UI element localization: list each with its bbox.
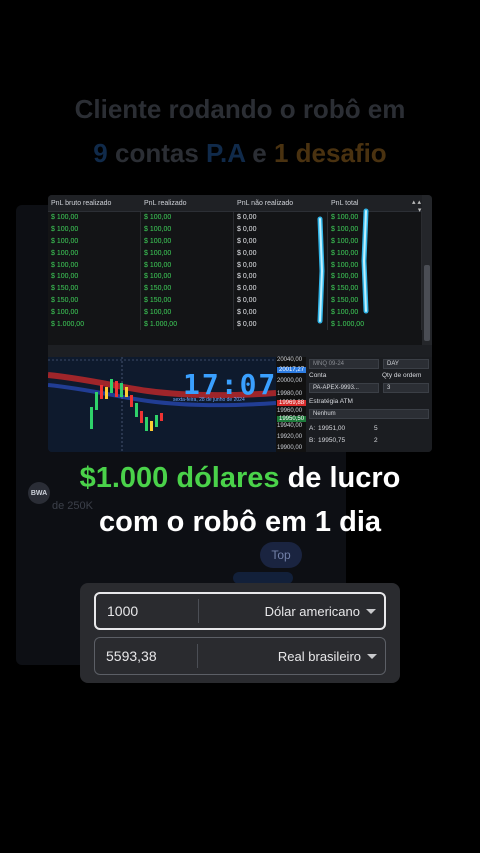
- conta-label: Conta: [309, 372, 327, 379]
- order-entry-panel: MNQ 09-24 DAY Conta Qty de ordem PA-APEX…: [306, 357, 432, 452]
- table-cell: $ 1.000,00: [48, 318, 141, 330]
- price-tick: 20040,00: [277, 357, 303, 363]
- price-tag-ask: 19969,88: [277, 400, 307, 406]
- ask-price: 19951,00: [318, 425, 346, 432]
- account-select[interactable]: PA-APEX-9993...: [309, 383, 379, 393]
- profit-amount: $1.000 dólares: [79, 462, 280, 494]
- price-tick: 19960,00: [277, 408, 303, 414]
- table-cell: $ 100,00: [48, 235, 141, 248]
- price-tag-bid: 19950,50: [277, 416, 307, 422]
- to-currency-select[interactable]: Real brasileiro: [198, 649, 367, 664]
- from-amount-input[interactable]: 1000: [96, 603, 198, 619]
- trading-platform-screenshot: PnL bruto realizado PnL realizado PnL nã…: [48, 195, 432, 452]
- table-cell: $ 150,00: [48, 282, 141, 295]
- to-currency-field[interactable]: 5593,38 Real brasileiro: [94, 637, 386, 675]
- price-tag-current: 20017,27: [277, 367, 307, 373]
- bid-label: B:: [309, 437, 316, 444]
- from-currency-select[interactable]: Dólar americano: [199, 604, 366, 619]
- headline-contas: contas: [107, 138, 207, 168]
- table-cell: $ 150,00: [141, 282, 234, 295]
- profit-caption-rest: de lucro: [279, 462, 401, 494]
- table-cell: $ 150,00: [141, 294, 234, 307]
- table-cell: $ 100,00: [141, 212, 234, 224]
- table-cell: $ 100,00: [141, 247, 234, 260]
- table-cell: $ 100,00: [141, 223, 234, 236]
- chevron-down-icon[interactable]: [366, 608, 376, 614]
- chevron-down-icon[interactable]: [367, 653, 377, 659]
- table-cell: $ 100,00: [48, 223, 141, 236]
- instrument-select[interactable]: MNQ 09-24: [309, 359, 379, 369]
- price-tick: 19980,00: [277, 391, 303, 397]
- table-cell: $ 1.000,00: [141, 318, 234, 330]
- to-amount-input[interactable]: 5593,38: [95, 648, 197, 664]
- currency-converter: 1000 Dólar americano 5593,38 Real brasil…: [80, 583, 400, 683]
- highlight-marks-icon: [317, 208, 369, 324]
- atm-label: Estratégia ATM: [309, 398, 353, 405]
- scrollbar-thumb[interactable]: [424, 265, 430, 341]
- ask-label: A:: [309, 425, 316, 432]
- headline-desafio: desafio: [288, 138, 387, 168]
- table-cell: $ 100,00: [48, 212, 141, 224]
- tif-select[interactable]: DAY: [383, 359, 429, 369]
- bid-size: 2: [374, 437, 378, 444]
- table-cell: $ 100,00: [48, 259, 141, 271]
- bid-price: 19950,75: [318, 437, 346, 444]
- header-pnl-bruto[interactable]: PnL bruto realizado: [48, 200, 141, 207]
- qty-label: Qty de ordem: [382, 372, 422, 379]
- table-scrollbar[interactable]: [422, 195, 432, 345]
- from-currency-field[interactable]: 1000 Dólar americano: [94, 592, 386, 630]
- price-tick: 19900,00: [277, 445, 303, 451]
- table-cell: $ 100,00: [48, 306, 141, 319]
- qty-input[interactable]: 3: [383, 383, 429, 393]
- table-cell: $ 100,00: [141, 259, 234, 271]
- table-cell: $ 100,00: [141, 306, 234, 319]
- table-cell: $ 100,00: [48, 247, 141, 260]
- table-cell: $ 150,00: [48, 294, 141, 307]
- top-button[interactable]: Top: [260, 542, 302, 568]
- profit-caption-line-1: $1.000 dólares de lucro: [0, 462, 480, 495]
- headline-e: e: [245, 138, 274, 168]
- ask-size: 5: [374, 425, 378, 432]
- header-pnl-realizado[interactable]: PnL realizado: [141, 200, 234, 207]
- chart-date: sexta-feira, 28 de junho de 2024: [173, 397, 245, 403]
- price-axis: 20040,00 20017,27 20000,00 19980,00 1996…: [276, 357, 307, 452]
- headline-pa: P.A: [206, 138, 246, 168]
- headline-accounts-count: 9: [93, 138, 108, 168]
- profit-caption-line-2: com o robô em 1 dia: [99, 506, 381, 538]
- atm-select[interactable]: Nenhum: [309, 409, 429, 419]
- price-tick: 19940,00: [277, 423, 303, 429]
- table-cell: $ 100,00: [48, 270, 141, 283]
- headline-line-2: 9 contas P.A e 1 desafio: [0, 138, 480, 169]
- price-tick: 20000,00: [277, 378, 303, 384]
- sort-arrows-icon[interactable]: ▴ ▴ ▾: [412, 198, 421, 214]
- price-tick: 19920,00: [277, 434, 303, 440]
- headline-line-1: Cliente rodando o robô em: [74, 94, 406, 124]
- table-cell: $ 100,00: [141, 270, 234, 283]
- table-cell: $ 100,00: [141, 235, 234, 248]
- headline-challenge-count: 1: [273, 138, 289, 168]
